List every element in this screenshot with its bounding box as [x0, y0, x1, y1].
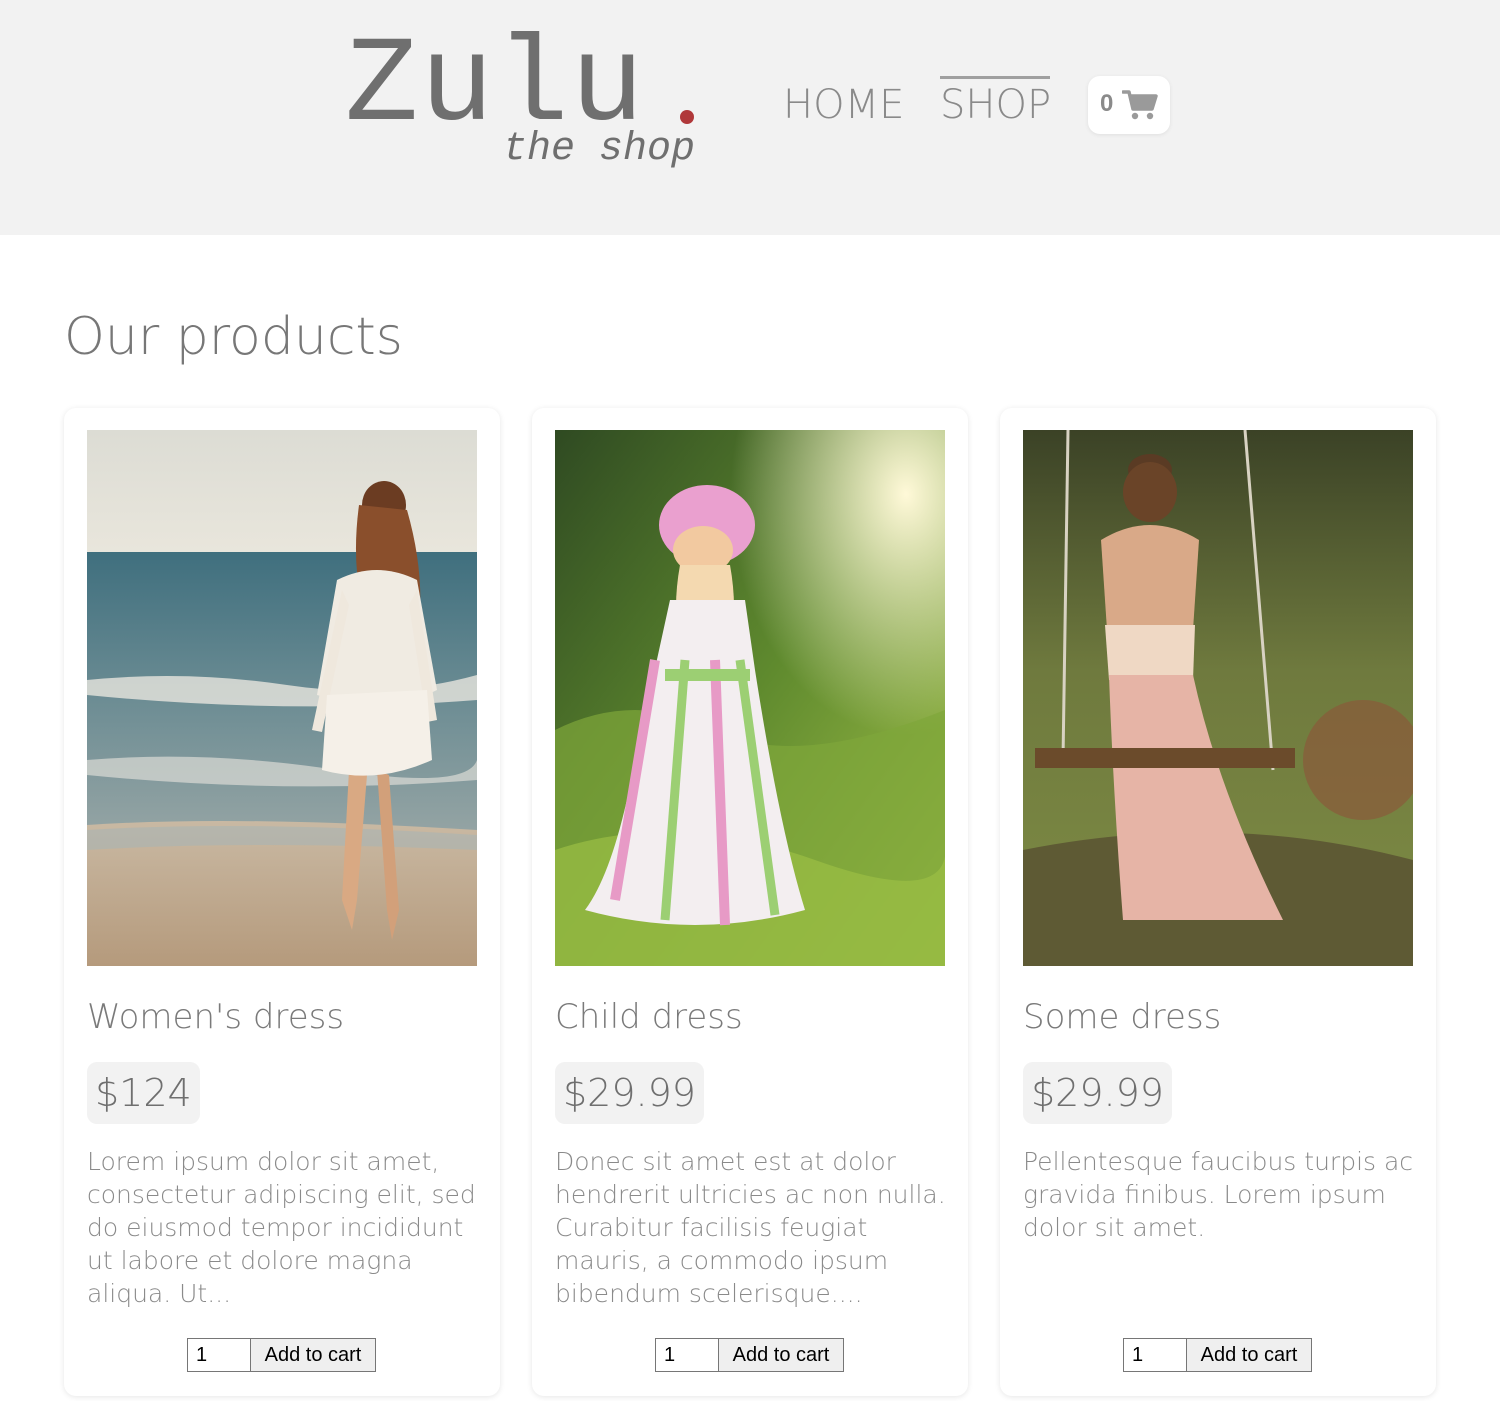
product-price: $29.99	[1023, 1062, 1172, 1124]
add-to-cart-button[interactable]: Add to cart	[718, 1338, 844, 1372]
product-name: Child dress	[555, 997, 743, 1037]
logo-subtitle: the shop	[503, 127, 696, 172]
product-image-swing-dress[interactable]	[1023, 430, 1413, 966]
cart-count: 0	[1100, 90, 1114, 117]
add-to-cart-row: Add to cart	[187, 1338, 379, 1372]
product-name: Some dress	[1023, 997, 1222, 1037]
site-header: Zulu the shop HOME SHOP 0	[0, 0, 1500, 235]
product-card: Women's dress $124 Lorem ipsum dolor sit…	[64, 408, 500, 1396]
logo-dot	[680, 110, 694, 124]
nav-home-link[interactable]: HOME	[783, 80, 904, 130]
quantity-input[interactable]	[187, 1338, 251, 1372]
add-to-cart-row: Add to cart	[655, 1338, 847, 1372]
shopping-cart-icon	[1122, 90, 1158, 120]
product-name: Women's dress	[87, 997, 345, 1037]
nav-active-indicator	[940, 76, 1050, 79]
product-price: $29.99	[555, 1062, 704, 1124]
product-image-child-dress[interactable]	[555, 430, 945, 966]
add-to-cart-button[interactable]: Add to cart	[1186, 1338, 1312, 1372]
add-to-cart-row: Add to cart	[1123, 1338, 1315, 1372]
product-card: Child dress $29.99 Donec sit amet est at…	[532, 408, 968, 1396]
nav-shop-link[interactable]: SHOP	[940, 80, 1051, 130]
page-title: Our products	[64, 307, 403, 367]
cart-button[interactable]: 0	[1088, 76, 1170, 134]
add-to-cart-button[interactable]: Add to cart	[250, 1338, 376, 1372]
quantity-input[interactable]	[1123, 1338, 1187, 1372]
product-description: Lorem ipsum dolor sit amet, consectetur …	[87, 1147, 476, 1308]
site-logo[interactable]: Zulu the shop	[345, 22, 715, 182]
quantity-input[interactable]	[655, 1338, 719, 1372]
product-card: Some dress $29.99 Pellentesque faucibus …	[1000, 408, 1436, 1396]
product-description: Donec sit amet est at dolor hendrerit ul…	[555, 1147, 946, 1308]
product-image-beach-dress[interactable]	[87, 430, 477, 966]
product-price: $124	[87, 1062, 200, 1124]
product-description: Pellentesque faucibus turpis ac gravida …	[1023, 1147, 1414, 1242]
